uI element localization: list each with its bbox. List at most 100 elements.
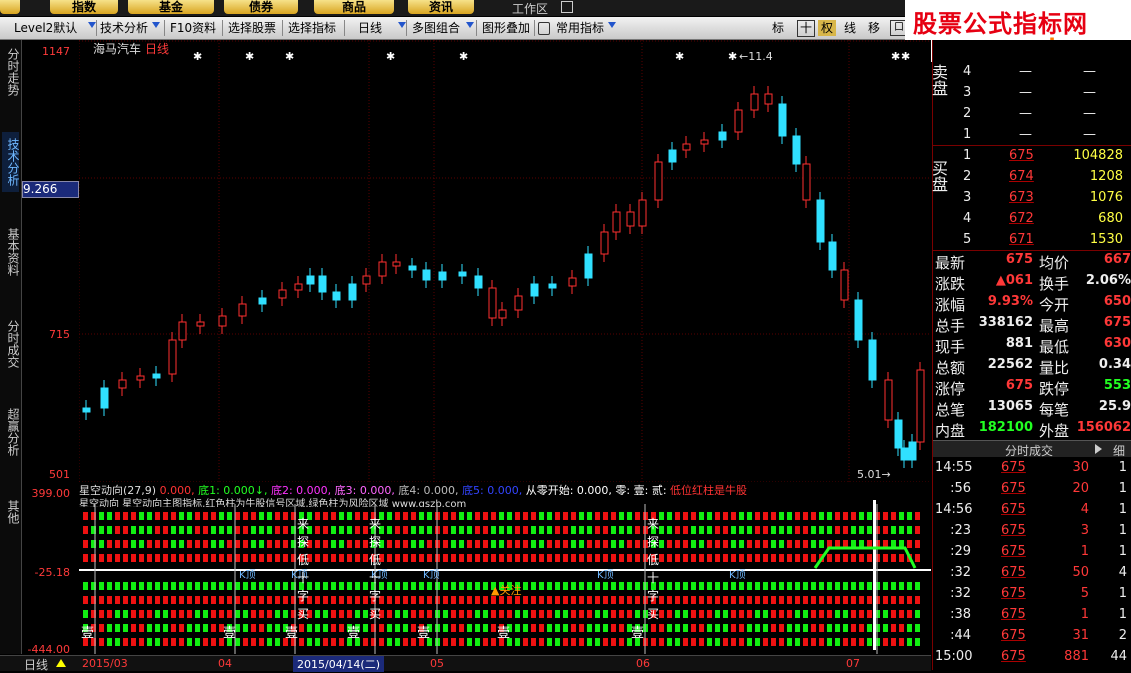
signal-bar xyxy=(787,554,792,562)
dropdown-arrow-icon[interactable] xyxy=(88,22,96,28)
signal-bar xyxy=(763,554,768,562)
signal-bar xyxy=(331,526,336,534)
dropdown-arrow-icon[interactable] xyxy=(466,22,474,28)
toolbar-level2-default[interactable]: Level2默认 xyxy=(14,20,77,36)
tick-price: 675 xyxy=(1001,523,1026,538)
sidebar-tab-other[interactable]: 其他 xyxy=(2,496,20,528)
signal-bar xyxy=(731,638,736,646)
top-tab-bond[interactable]: 债券 xyxy=(224,0,298,14)
buy-signal-text: 来探低十字买 xyxy=(647,515,661,623)
signal-bar xyxy=(915,610,920,618)
dropdown-arrow-icon[interactable] xyxy=(398,22,406,28)
toolbar-f10[interactable]: F10资料 xyxy=(170,20,216,36)
sidebar-tab-superwin[interactable]: 超赢分析 xyxy=(2,404,20,460)
candle-body xyxy=(700,139,709,145)
quote-panel: 卖盘 4 — — 3 — — 2 — — 1 — — 买盘 1 675 104828 2… xyxy=(929,40,1131,670)
toolbar-tech-analysis[interactable]: 技术分析 xyxy=(100,20,148,36)
signal-bar xyxy=(635,582,640,590)
cursor-price-label: 9.266 xyxy=(22,181,79,198)
sidebar-tab-ticks[interactable]: 分时成交 xyxy=(2,316,20,372)
candlestick-chart[interactable]: 海马汽车 日线 ✱ ✱ ✱ ✱ ✱ ✱ ✱ ✱ ✱ ←11.4 5.01→ xyxy=(79,40,931,482)
signal-bar xyxy=(259,540,264,548)
signal-bar xyxy=(859,554,864,562)
k-top-marker: K顶 xyxy=(729,569,746,581)
signal-bar xyxy=(907,638,912,646)
toolbar-icon-mark[interactable]: 标 xyxy=(772,20,784,36)
toolbar-multi-chart[interactable]: 多图组合 xyxy=(412,20,460,36)
toolbar-select-indicator[interactable]: 选择指标 xyxy=(288,20,336,36)
signal-bar xyxy=(667,596,672,604)
toolbar-icon-move[interactable]: 移 xyxy=(868,20,880,36)
signal-bar xyxy=(899,512,904,520)
signal-bar xyxy=(355,512,360,520)
signal-bar xyxy=(107,582,112,590)
bottom-period[interactable]: 日线 xyxy=(24,656,48,673)
dropdown-arrow-icon[interactable] xyxy=(152,22,160,28)
signal-bar xyxy=(611,582,616,590)
dropdown-arrow-icon[interactable] xyxy=(608,22,616,28)
signal-bar xyxy=(179,596,184,604)
signal-bar xyxy=(531,540,536,548)
top-tab-commodity[interactable]: 商品 xyxy=(314,0,394,14)
ticks-header[interactable]: 分时成交 xyxy=(1005,442,1053,459)
buy-price[interactable]: 675 xyxy=(1009,148,1034,163)
signal-bar xyxy=(523,526,528,534)
top-tab-index[interactable]: 指数 xyxy=(50,0,118,14)
top-tab-workspace[interactable]: 工作区 xyxy=(512,0,548,17)
signal-bar xyxy=(859,638,864,646)
period-up-icon[interactable] xyxy=(56,659,66,667)
sidebar-tab-technical[interactable]: 技术分析 xyxy=(2,132,20,192)
workspace-checkbox[interactable] xyxy=(561,1,573,13)
toolbar-overlay[interactable]: 图形叠加 xyxy=(482,20,530,36)
toolbar-divider xyxy=(476,20,477,36)
toolbar-daily[interactable]: 日线 xyxy=(358,20,382,36)
play-icon[interactable] xyxy=(1095,444,1102,454)
signal-bar xyxy=(443,610,448,618)
toolbar-common-indicators[interactable]: 常用指标 xyxy=(556,20,604,36)
yi-marker: 壹 xyxy=(81,626,94,641)
lock-icon[interactable] xyxy=(538,22,550,35)
signal-bar xyxy=(491,512,496,520)
signal-bar xyxy=(595,596,600,604)
crosshair-icon[interactable]: 十 xyxy=(797,20,815,37)
signal-bar xyxy=(403,554,408,562)
buy-price[interactable]: 673 xyxy=(1009,190,1034,205)
signal-bar xyxy=(627,512,632,520)
sidebar-tab-fundamentals[interactable]: 基本资料 xyxy=(2,224,20,280)
signal-bar xyxy=(579,540,584,548)
buy-price[interactable]: 674 xyxy=(1009,169,1034,184)
toolbar-icon-line[interactable]: 线 xyxy=(844,20,856,36)
signal-bar xyxy=(171,610,176,618)
signal-bar xyxy=(739,540,744,548)
ticks-detail-tab[interactable]: 细 xyxy=(1113,442,1125,459)
top-tab-fund[interactable]: 基金 xyxy=(128,0,214,14)
top-tab-partial[interactable] xyxy=(0,0,20,14)
signal-bar xyxy=(355,582,360,590)
signal-bar xyxy=(539,512,544,520)
buy-price[interactable]: 672 xyxy=(1009,211,1034,226)
signal-bar xyxy=(395,540,400,548)
signal-bar xyxy=(699,596,704,604)
signal-bar xyxy=(107,512,112,520)
signal-bar xyxy=(779,596,784,604)
signal-bar xyxy=(611,596,616,604)
toolbar-icon-rights[interactable]: 权 xyxy=(818,20,837,36)
indicator-panel[interactable]: 星空动向(27,9) 0.000, 底1: 0.000↓, 底2: 0.000,… xyxy=(79,482,931,654)
toolbar-select-stock[interactable]: 选择股票 xyxy=(228,20,276,36)
top-tab-news[interactable]: 资讯 xyxy=(408,0,474,14)
signal-bar xyxy=(115,540,120,548)
tick-volume: 30 xyxy=(1072,460,1089,475)
signal-bar xyxy=(259,554,264,562)
buy-price[interactable]: 671 xyxy=(1009,232,1034,247)
tick-price: 675 xyxy=(1001,649,1026,664)
signal-bar xyxy=(915,624,920,632)
signal-bar xyxy=(691,540,696,548)
sidebar-tab-timeshare[interactable]: 分时走势 xyxy=(2,44,20,100)
signal-bar xyxy=(299,624,304,632)
buy-volume: 680 xyxy=(1098,211,1123,226)
sell-price: — xyxy=(1019,106,1032,121)
signal-bar xyxy=(667,638,672,646)
signal-bar xyxy=(467,512,472,520)
signal-bar xyxy=(867,610,872,618)
signal-bar xyxy=(619,596,624,604)
